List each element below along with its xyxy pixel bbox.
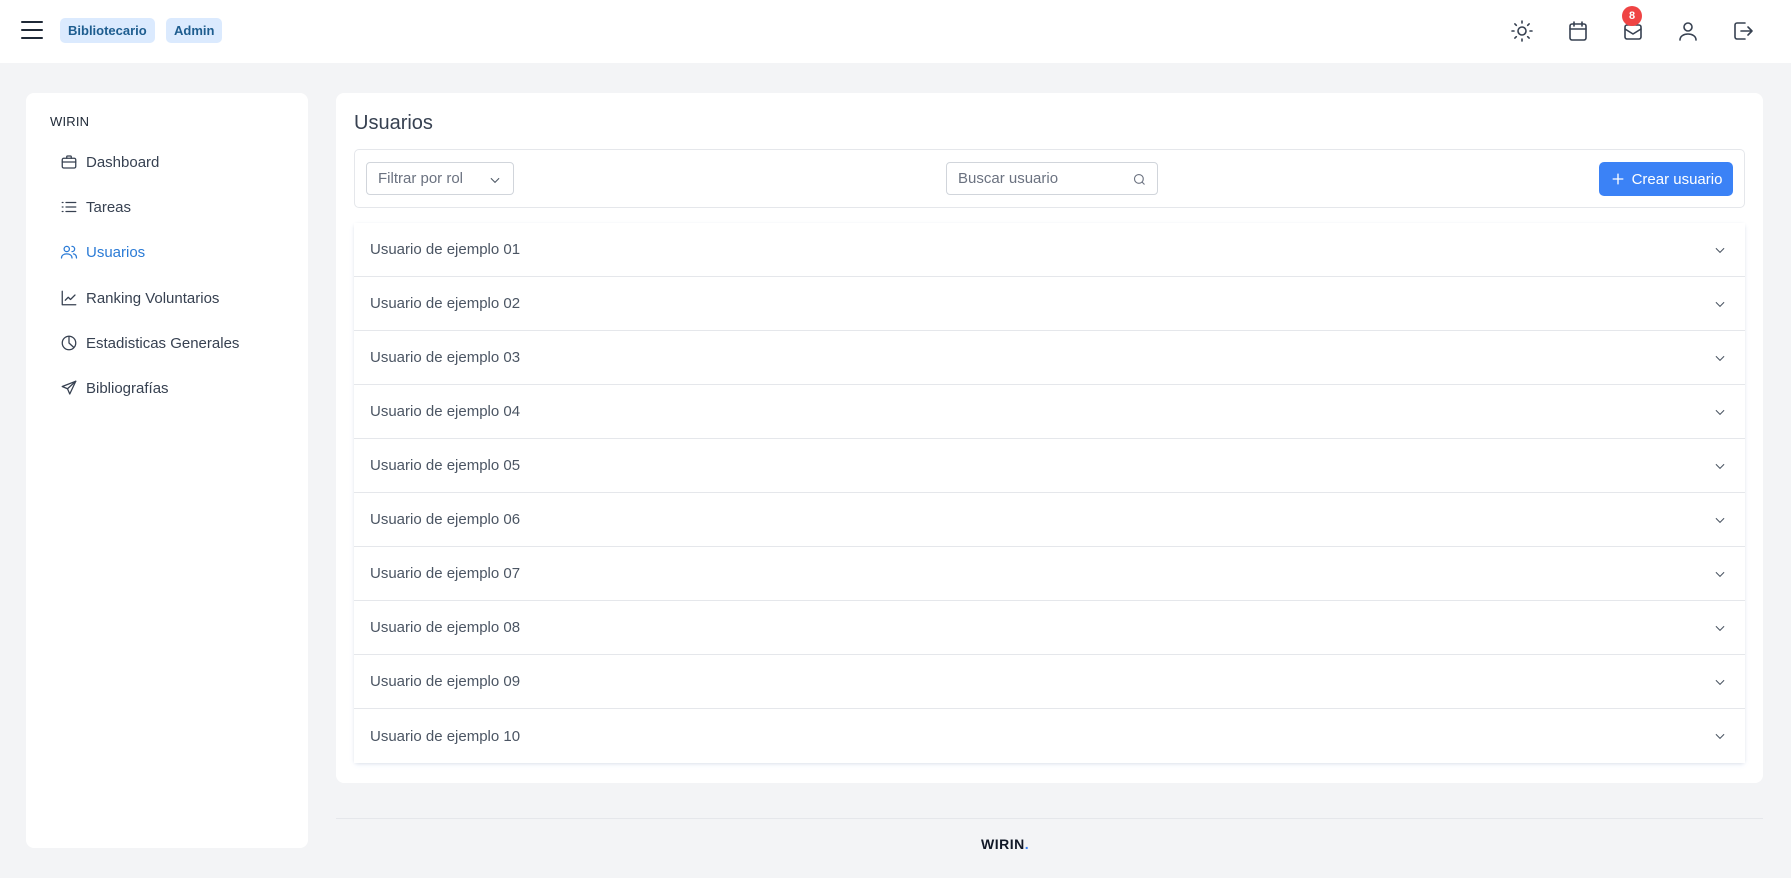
user-name: Usuario de ejemplo 01 [370,241,521,258]
search-icon[interactable] [1132,172,1147,187]
role-filter-placeholder: Filtrar por rol [378,170,464,187]
user-name: Usuario de ejemplo 04 [370,403,521,420]
user-name: Usuario de ejemplo 08 [370,619,521,636]
sidebar-item-dashboard[interactable]: Dashboard [60,148,290,176]
sidebar-item-label: Tareas [86,198,132,216]
sidebar: WIRIN Dashboard Tareas Usuarios Ranking … [26,93,308,848]
footer-divider [336,818,1763,819]
top-bar: Bibliotecario Admin 8 [0,0,1791,63]
pie-chart-icon [61,335,77,351]
create-user-label: Crear usuario [1631,170,1723,188]
user-name: Usuario de ejemplo 05 [370,457,521,474]
chevron-down-icon[interactable] [1713,459,1727,473]
sidebar-item-label: Usuarios [86,243,146,261]
role-badge-bibliotecario: Bibliotecario [60,18,155,43]
sidebar-item-label: Bibliografías [86,379,169,397]
role-badge-admin: Admin [166,18,223,43]
user-name: Usuario de ejemplo 02 [370,295,521,312]
user-name: Usuario de ejemplo 07 [370,565,521,582]
user-name: Usuario de ejemplo 09 [370,673,521,690]
notification-badge: 8 [1622,6,1642,26]
user-icon[interactable] [1673,16,1703,46]
user-row-01[interactable]: Usuario de ejemplo 01 [354,223,1745,277]
user-row-02[interactable]: Usuario de ejemplo 02 [354,277,1745,331]
user-row-06[interactable]: Usuario de ejemplo 06 [354,493,1745,547]
footer-brand-text: WIRIN [981,836,1025,852]
send-icon [61,380,77,395]
chevron-down-icon[interactable] [1713,729,1727,743]
sidebar-item-label: Estadisticas Generales [86,334,240,352]
user-name: Usuario de ejemplo 06 [370,511,521,528]
menu-icon[interactable] [20,18,44,42]
search-box [946,162,1158,195]
create-user-button[interactable]: Crear usuario [1599,162,1733,196]
footer-brand: WIRIN. [981,836,1029,852]
role-filter-select[interactable]: Filtrar por rol [366,162,514,195]
chevron-down-icon[interactable] [1713,405,1727,419]
sidebar-item-bibliografias[interactable]: Bibliografías [60,374,290,402]
briefcase-icon [61,155,77,169]
search-input[interactable] [947,163,1127,194]
main-panel: Usuarios Filtrar por rol Crear usuario U… [336,93,1763,783]
user-name: Usuario de ejemplo 03 [370,349,521,366]
sidebar-item-usuarios[interactable]: Usuarios [60,238,290,266]
sidebar-item-estadisticas-generales[interactable]: Estadisticas Generales [60,329,290,357]
chevron-down-icon[interactable] [1713,513,1727,527]
calendar-icon[interactable] [1563,16,1593,46]
user-list: Usuario de ejemplo 01 Usuario de ejemplo… [354,223,1745,763]
sidebar-item-ranking-voluntarios[interactable]: Ranking Voluntarios [60,284,290,312]
page-title: Usuarios [354,112,433,134]
user-row-09[interactable]: Usuario de ejemplo 09 [354,655,1745,709]
theme-toggle-sun-icon[interactable] [1507,16,1537,46]
user-row-10[interactable]: Usuario de ejemplo 10 [354,709,1745,763]
chevron-down-icon[interactable] [1713,351,1727,365]
logout-icon[interactable] [1728,16,1758,46]
chevron-down-icon[interactable] [1713,297,1727,311]
chevron-down-icon[interactable] [1713,243,1727,257]
sidebar-item-label: Ranking Voluntarios [86,289,220,307]
users-icon [60,245,78,259]
chevron-down-icon[interactable] [1713,567,1727,581]
footer-brand-dot: . [1024,836,1030,852]
trending-up-icon [61,290,77,306]
sidebar-item-tareas[interactable]: Tareas [60,193,290,221]
user-row-07[interactable]: Usuario de ejemplo 07 [354,547,1745,601]
user-row-08[interactable]: Usuario de ejemplo 08 [354,601,1745,655]
sidebar-item-label: Dashboard [86,153,160,171]
user-row-04[interactable]: Usuario de ejemplo 04 [354,385,1745,439]
toolbar: Filtrar por rol Crear usuario [354,149,1745,208]
sidebar-title: WIRIN [50,114,90,129]
chevron-down-icon [490,177,500,184]
user-name: Usuario de ejemplo 10 [370,727,521,745]
user-row-05[interactable]: Usuario de ejemplo 05 [354,439,1745,493]
plus-icon [1612,173,1623,185]
user-row-03[interactable]: Usuario de ejemplo 03 [354,331,1745,385]
chevron-down-icon[interactable] [1713,675,1727,689]
list-icon [61,201,77,213]
chevron-down-icon[interactable] [1713,621,1727,635]
